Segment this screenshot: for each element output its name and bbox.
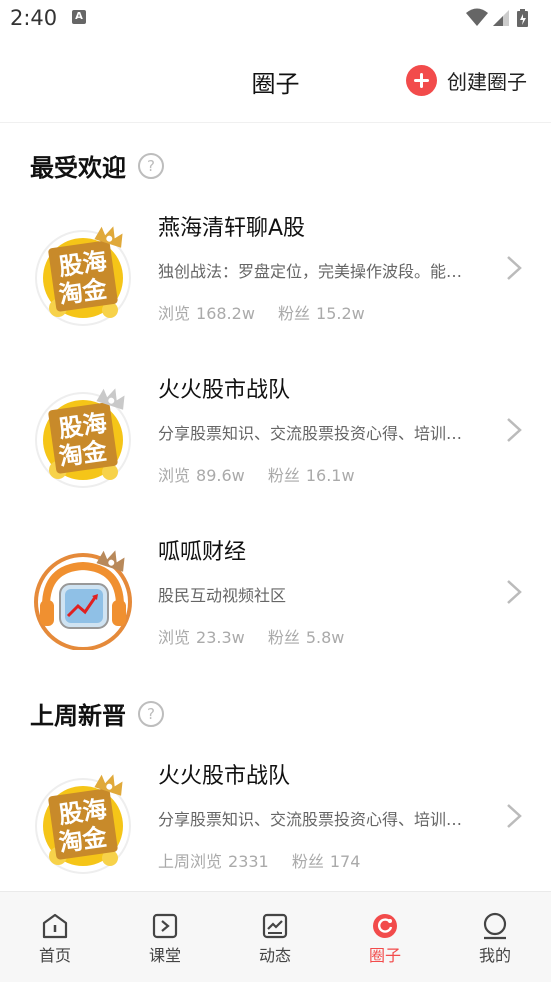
circle-list-item[interactable]: 呱呱财经 股民互动视频社区 浏览 23.3w 粉丝 5.8w: [0, 534, 551, 684]
home-icon: [42, 913, 68, 939]
circle-stats: 浏览 168.2w 粉丝 15.2w: [158, 304, 365, 323]
avatar: 股海 淘金: [35, 388, 131, 488]
status-bar: 2:40 A: [0, 0, 551, 40]
create-circle-label: 创建圈子: [447, 69, 527, 94]
nav-item-feed[interactable]: 动态: [220, 892, 330, 972]
wifi-icon: [466, 8, 488, 26]
circle-list-item[interactable]: 股海 淘金 火火股市战队 分享股票知识、交流股票投资心得、培训… 上周浏览 233…: [0, 758, 551, 908]
help-icon[interactable]: ?: [138, 152, 164, 179]
nav-label: 圈子: [368, 946, 401, 965]
circle-name: 火火股市战队: [158, 378, 291, 403]
nav-label: 动态: [258, 946, 291, 965]
circle-stats: 上周浏览 2331 粉丝 174: [158, 852, 361, 871]
circle-name: 火火股市战队: [158, 764, 291, 789]
circle-list-item[interactable]: 股海 淘金 火火股市战队 分享股票知识、交流股票投资心得、培训… 浏览 89.6w…: [0, 372, 551, 522]
section-title-popular: 最受欢迎 ?: [30, 148, 164, 183]
circle-stats: 浏览 23.3w 粉丝 5.8w: [158, 628, 345, 647]
avatar: 股海 淘金: [35, 226, 131, 326]
chevron-right-icon: [507, 804, 522, 828]
nav-label: 课堂: [148, 946, 181, 965]
chevron-right-icon: [507, 256, 522, 280]
circle-name: 呱呱财经: [158, 540, 247, 565]
signal-icon: [493, 10, 509, 26]
status-indicators: [465, 7, 541, 29]
bottom-nav: 首页 课堂 动态 圈子 我的: [0, 891, 551, 982]
avatar: [34, 550, 132, 650]
help-icon[interactable]: ?: [138, 700, 164, 727]
notification-icon: A: [72, 10, 86, 24]
circle-name: 燕海清轩聊A股: [158, 216, 306, 241]
app-header: 圈子 创建圈子: [0, 40, 551, 123]
circle-list-item[interactable]: 股海 淘金 燕海清轩聊A股 独创战法：罗盘定位，完美操作波段。能… 浏览 168.…: [0, 210, 551, 360]
classroom-icon: [152, 913, 178, 939]
chevron-right-icon: [507, 580, 522, 604]
status-time: 2:40: [10, 6, 58, 30]
plus-icon: [406, 64, 437, 96]
circle-desc: 独创战法：罗盘定位，完美操作波段。能…: [158, 262, 463, 281]
create-circle-button[interactable]: 创建圈子: [406, 64, 527, 96]
feed-icon: [262, 913, 288, 939]
profile-icon: [483, 912, 507, 940]
nav-item-classroom[interactable]: 课堂: [110, 892, 220, 972]
avatar: 股海 淘金: [35, 774, 131, 874]
battery-icon: [517, 9, 528, 27]
chevron-right-icon: [507, 418, 522, 442]
nav-label: 首页: [38, 946, 71, 965]
circle-stats: 浏览 89.6w 粉丝 16.1w: [158, 466, 355, 485]
circle-desc: 分享股票知识、交流股票投资心得、培训…: [158, 810, 463, 829]
nav-label: 我的: [478, 946, 511, 965]
circle-desc: 股民互动视频社区: [158, 586, 287, 605]
circle-icon: [373, 914, 397, 938]
section-title-new: 上周新晋 ?: [30, 696, 164, 731]
nav-item-circle[interactable]: 圈子: [330, 892, 440, 972]
nav-item-profile[interactable]: 我的: [440, 892, 550, 972]
circle-desc: 分享股票知识、交流股票投资心得、培训…: [158, 424, 463, 443]
nav-item-home[interactable]: 首页: [0, 892, 110, 972]
